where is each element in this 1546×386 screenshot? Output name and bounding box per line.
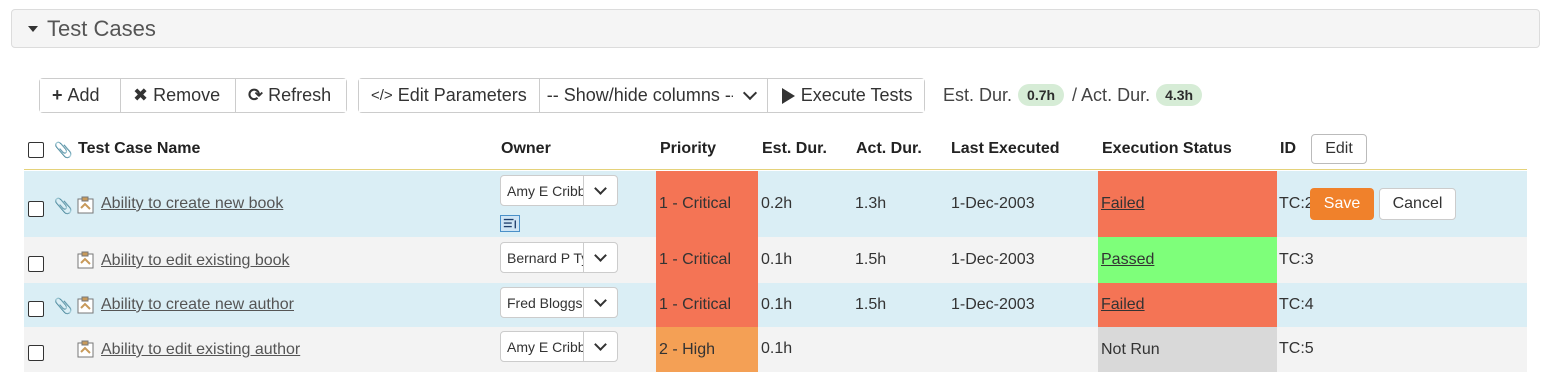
chevron-down-icon[interactable] [583,243,617,272]
chevron-down-icon[interactable] [583,288,617,317]
header-id[interactable]: ID [1280,140,1296,158]
test-case-name-link[interactable]: Ability to create new author [101,296,294,314]
test-case-name-link[interactable]: Ability to edit existing book [101,252,290,270]
table-row[interactable]: Ability to edit existing book Bernard P … [24,237,1527,283]
est-dur-cell: 0.1h [761,251,793,268]
chevron-down-icon[interactable] [733,79,767,112]
execution-status-cell: Not Run [1098,327,1277,372]
paperclip-icon: 📎 [54,198,73,215]
table-row[interactable]: Ability to edit existing author Amy E Cr… [24,327,1527,372]
priority-cell: 1 - Critical [656,171,758,237]
est-dur-cell: 0.1h [761,296,793,313]
est-dur-label: Est. Dur. [943,84,1013,105]
header-act-dur[interactable]: Act. Dur. [856,140,922,158]
est-dur-cell: 0.1h [761,340,793,357]
edit-parameters-button[interactable]: </> Edit Parameters [359,79,540,112]
row-checkbox[interactable] [28,256,44,272]
notes-icon[interactable] [500,215,520,232]
add-button[interactable]: + Add [40,79,121,112]
refresh-button[interactable]: ⟳ Refresh [236,79,346,112]
row-checkbox[interactable] [28,345,44,361]
execution-status-link[interactable]: Passed [1101,251,1154,269]
chevron-down-icon[interactable] [583,332,617,361]
owner-select[interactable]: Fred Bloggs [500,287,618,318]
act-dur-cell: 1.5h [855,296,887,313]
plus-icon: + [52,85,63,105]
test-case-name-link[interactable]: Ability to create new book [101,195,283,213]
execution-status-text: Not Run [1101,340,1160,358]
id-cell: TC:5 [1279,340,1314,357]
priority-cell: 2 - High [656,327,758,372]
test-case-name-link[interactable]: Ability to edit existing author [101,341,300,359]
edit-button[interactable]: Edit [1311,134,1367,164]
last-executed-cell: 1-Dec-2003 [951,296,1035,313]
table-row[interactable]: 📎 Ability to create new author Fred Blog… [24,283,1527,327]
paperclip-icon: 📎 [54,142,73,159]
execution-status-link[interactable]: Failed [1101,296,1145,314]
toolbar-group-edit: + Add ✖ Remove ⟳ Refresh [39,78,347,113]
test-case-icon [77,251,94,269]
execution-status-cell: Failed [1098,283,1277,327]
act-dur-label: / Act. Dur. [1072,84,1151,105]
row-checkbox[interactable] [28,301,44,317]
play-icon [781,87,795,104]
table-row[interactable]: 📎 Ability to create new book Amy E Cribb… [24,171,1527,237]
header-owner[interactable]: Owner [501,140,551,158]
priority-cell: 1 - Critical [656,283,758,327]
owner-select[interactable]: Amy E Cribbins [500,175,618,206]
panel-title: Test Cases [47,15,156,41]
header-last-executed[interactable]: Last Executed [951,140,1059,158]
act-dur-cell: 1.3h [855,195,887,212]
show-hide-columns-select[interactable]: -- Show/hide columns -- [540,79,768,112]
cancel-button[interactable]: Cancel [1379,188,1456,220]
act-dur-badge: 4.3h [1156,84,1203,106]
last-executed-cell: 1-Dec-2003 [951,251,1035,268]
header-execution-status[interactable]: Execution Status [1102,140,1232,158]
panel-header[interactable]: Test Cases [11,9,1540,48]
est-dur-badge: 0.7h [1018,84,1065,106]
row-checkbox[interactable] [28,201,44,217]
code-icon: </> [371,87,393,104]
header-est-dur[interactable]: Est. Dur. [762,140,827,158]
execution-status-cell: Passed [1098,237,1277,283]
id-cell: TC:2 [1279,195,1314,212]
act-dur-cell: 1.5h [855,251,887,268]
execution-status-link[interactable]: Failed [1101,195,1145,213]
refresh-icon: ⟳ [248,85,264,105]
save-button[interactable]: Save [1310,188,1374,220]
remove-button[interactable]: ✖ Remove [121,79,236,112]
id-cell: TC:4 [1279,296,1314,313]
caret-down-icon[interactable] [28,25,38,32]
execution-status-cell: Failed [1098,171,1277,237]
execute-tests-button[interactable]: Execute Tests [767,79,925,112]
test-case-icon [77,196,94,214]
id-cell: TC:3 [1279,251,1314,268]
duration-summary: Est. Dur. 0.7h / Act. Dur. 4.3h [943,84,1203,106]
priority-cell: 1 - Critical [656,237,758,283]
last-executed-cell: 1-Dec-2003 [951,195,1035,212]
paperclip-icon: 📎 [54,298,73,315]
est-dur-cell: 0.2h [761,195,793,212]
test-case-icon [77,340,94,358]
test-case-icon [77,296,94,314]
select-all-checkbox[interactable] [28,142,44,158]
close-icon: ✖ [133,85,149,105]
chevron-down-icon[interactable] [583,176,617,205]
owner-select[interactable]: Amy E Cribbins [500,331,618,362]
header-test-case-name[interactable]: Test Case Name [78,140,200,158]
toolbar-group-exec: </> Edit Parameters -- Show/hide columns… [358,78,925,113]
header-priority[interactable]: Priority [660,140,716,158]
table-header: 📎 Test Case Name Owner Priority Est. Dur… [24,134,1527,170]
owner-select[interactable]: Bernard P Tyler [500,242,618,273]
